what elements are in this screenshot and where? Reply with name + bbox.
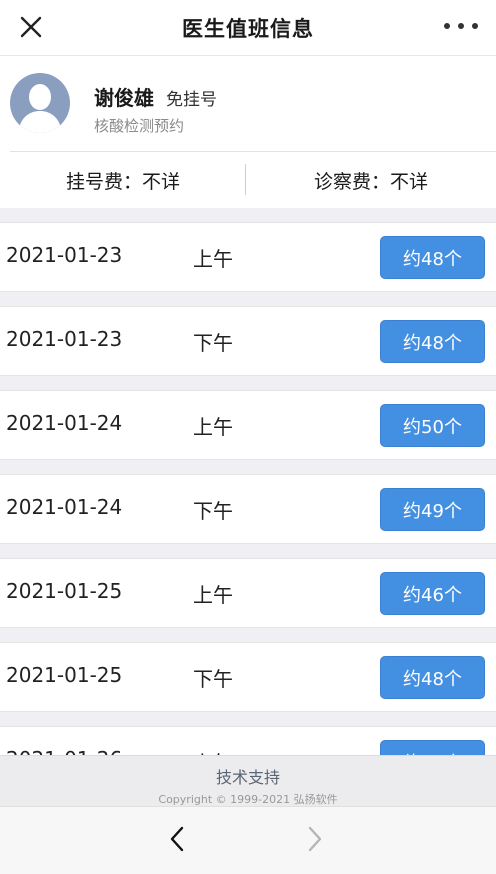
- book-slot-button[interactable]: 约48个: [380, 740, 485, 755]
- slot-date: 2021-01-23: [6, 327, 123, 351]
- tech-support-link[interactable]: 技术支持: [0, 764, 496, 788]
- slot-period: 下午: [193, 667, 233, 691]
- slot-period: 上午: [193, 747, 233, 755]
- book-slot-button[interactable]: 约46个: [380, 572, 485, 615]
- dot: [472, 23, 478, 29]
- book-slot-button[interactable]: 约48个: [380, 656, 485, 699]
- slot-period: 上午: [193, 247, 233, 271]
- book-slot-button[interactable]: 约49个: [380, 488, 485, 531]
- doctor-profile: 谢俊雄 免挂号 核酸检测预约: [0, 56, 496, 152]
- slot-date: 2021-01-23: [6, 243, 123, 267]
- schedule-row: 2021-01-25 上午 约46个: [0, 558, 496, 628]
- chevron-right-icon[interactable]: [300, 824, 328, 854]
- slot-date: 2021-01-25: [6, 663, 123, 687]
- registration-fee: 挂号费：不详: [65, 170, 180, 193]
- default-avatar-icon: [10, 73, 70, 133]
- slot-date: 2021-01-24: [6, 411, 123, 435]
- browser-nav-bar: [0, 806, 496, 874]
- slot-period: 下午: [193, 331, 233, 355]
- slot-date: 2021-01-25: [6, 579, 123, 603]
- top-nav-bar: 医生值班信息: [0, 0, 496, 56]
- close-icon[interactable]: [16, 12, 46, 42]
- consultation-fee: 诊察费：不详: [313, 170, 428, 193]
- schedule-row: 2021-01-26 上午 约48个: [0, 726, 496, 755]
- footer: 技术支持 Copyright © 1999-2021 弘扬软件: [0, 755, 496, 806]
- copyright-text: Copyright © 1999-2021 弘扬软件: [158, 793, 338, 806]
- book-slot-button[interactable]: 约48个: [380, 320, 485, 363]
- doctor-tag: 免挂号: [166, 90, 217, 110]
- book-slot-button[interactable]: 约50个: [380, 404, 485, 447]
- slot-date: 2021-01-26: [6, 747, 122, 755]
- chevron-left-icon[interactable]: [164, 824, 192, 854]
- schedule-row: 2021-01-25 下午 约48个: [0, 642, 496, 712]
- slot-date: 2021-01-24: [6, 495, 123, 519]
- page-title: 医生值班信息: [182, 16, 314, 41]
- schedule-list[interactable]: 2021-01-23 上午 约48个 2021-01-23 下午 约48个 20…: [0, 208, 496, 755]
- dot: [458, 23, 464, 29]
- doctor-name: 谢俊雄: [94, 86, 154, 110]
- slot-period: 上午: [193, 415, 233, 439]
- more-dots-icon[interactable]: [444, 14, 478, 38]
- doctor-subtitle: 核酸检测预约: [94, 117, 185, 135]
- slot-period: 下午: [193, 499, 233, 523]
- slot-period: 上午: [193, 583, 233, 607]
- schedule-row: 2021-01-23 上午 约48个: [0, 222, 496, 292]
- schedule-row: 2021-01-24 上午 约50个: [0, 390, 496, 460]
- dot: [444, 23, 450, 29]
- fees-row: 挂号费：不详 诊察费：不详: [0, 152, 496, 208]
- schedule-row: 2021-01-24 下午 约49个: [0, 474, 496, 544]
- book-slot-button[interactable]: 约48个: [380, 236, 485, 279]
- schedule-row: 2021-01-23 下午 约48个: [0, 306, 496, 376]
